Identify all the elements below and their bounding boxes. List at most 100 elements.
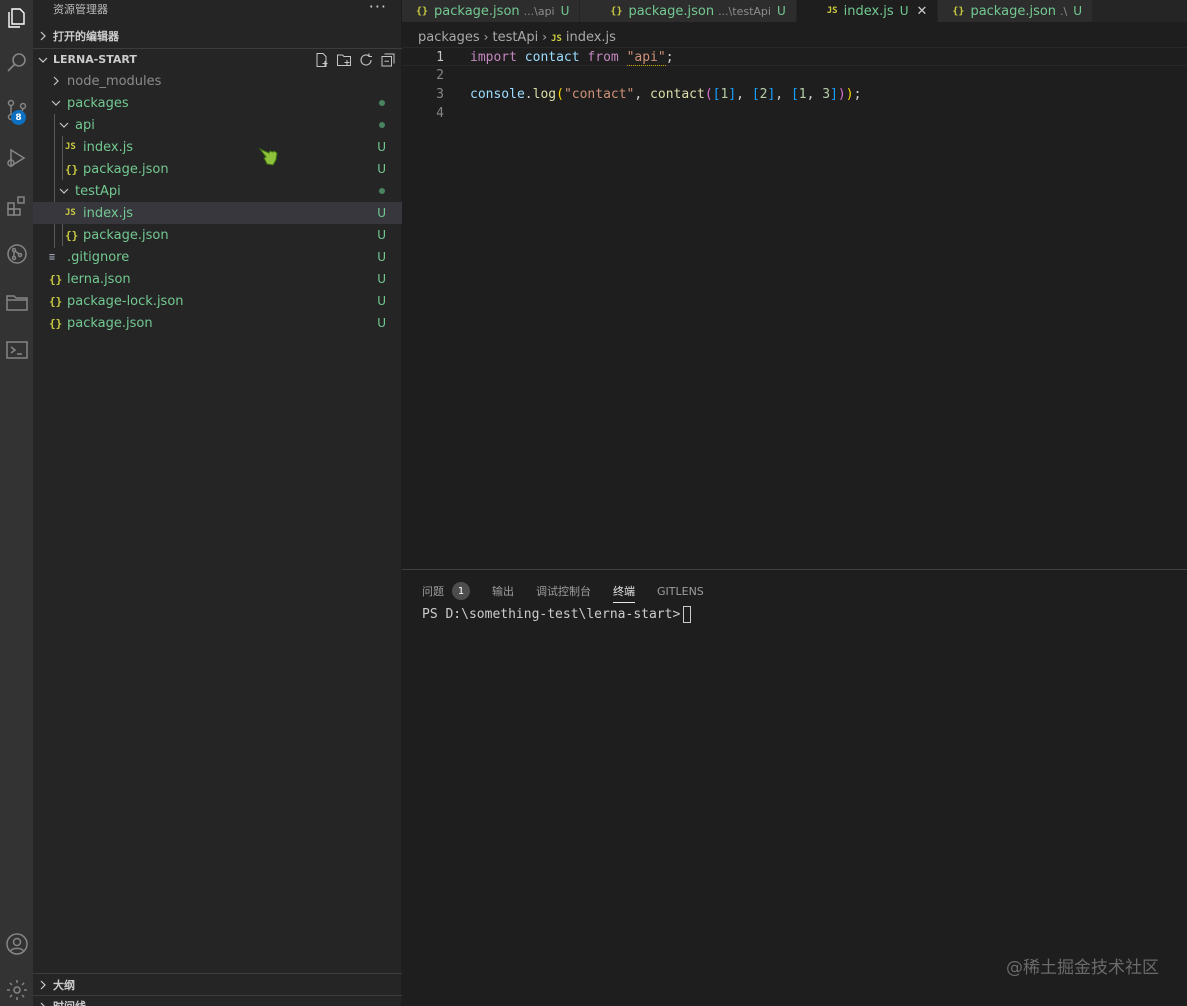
close-icon[interactable]: ✕	[916, 4, 927, 19]
tree-actions	[314, 49, 396, 71]
tab-debug-console[interactable]: 调试控制台	[536, 579, 591, 603]
git-status: U	[377, 272, 386, 286]
tab-description: ...\testApi	[718, 4, 771, 18]
chevron-right-icon	[33, 980, 53, 990]
line-number: 2	[436, 68, 444, 83]
code-line: 1 import contact from "api";	[402, 47, 1187, 66]
tree-label: package.json	[67, 315, 153, 331]
tree-file-api-package-json[interactable]: {} package.json U	[33, 158, 402, 180]
account-icon[interactable]	[0, 926, 33, 962]
tab-label: index.js	[843, 3, 894, 19]
open-editors-label: 打开的编辑器	[53, 30, 119, 43]
tree-label: api	[75, 117, 95, 133]
tree-folder-packages[interactable]: packages	[33, 92, 402, 114]
extensions-icon[interactable]	[0, 188, 33, 224]
line-number: 1	[436, 50, 444, 65]
tree-file-testapi-index-js[interactable]: JS index.js U	[33, 202, 402, 224]
terminal-prompt: PS D:\something-test\lerna-start>	[422, 607, 681, 622]
search-icon[interactable]	[0, 44, 33, 80]
tree-label: packages	[67, 95, 129, 111]
tree-file-testapi-package-json[interactable]: {} package.json U	[33, 224, 402, 246]
json-file-icon: {}	[610, 5, 623, 17]
git-status: U	[377, 140, 386, 154]
tree-folder-node-modules[interactable]: node_modules	[33, 70, 402, 92]
tab-label: GITLENS	[657, 584, 704, 598]
tree-file-package-json[interactable]: {} package.json U	[33, 312, 402, 334]
gitlens-icon[interactable]	[0, 236, 33, 272]
json-file-icon: {}	[952, 5, 965, 17]
tree-file-gitignore[interactable]: ≡ .gitignore U	[33, 246, 402, 268]
terminal-output[interactable]: PS D:\something-test\lerna-start>	[422, 606, 692, 623]
chevron-right-icon: ›	[542, 30, 548, 44]
chevron-right-icon: ›	[483, 30, 489, 44]
tab-gitlens[interactable]: GITLENS	[657, 579, 704, 603]
timeline-section[interactable]: 时间线	[33, 995, 402, 1006]
chevron-down-icon	[49, 92, 63, 114]
breadcrumb-item[interactable]: packages	[418, 30, 480, 45]
tab-api-package-json[interactable]: {} package.json ...\api U	[402, 0, 581, 22]
tree-folder-api[interactable]: api	[33, 114, 402, 136]
project-section[interactable]: LERNA-START	[33, 48, 402, 70]
explorer-icon[interactable]	[0, 0, 33, 36]
tab-label: package.json	[970, 3, 1057, 19]
tab-output[interactable]: 输出	[492, 579, 514, 603]
tree-label: index.js	[83, 205, 134, 221]
more-actions-button[interactable]: ···	[369, 0, 387, 16]
terminal-cursor	[683, 606, 692, 623]
source-control-icon[interactable]: 8	[0, 92, 33, 128]
run-debug-icon[interactable]	[0, 140, 33, 176]
breadcrumb-item[interactable]: testApi	[492, 30, 538, 45]
tab-root-package-json[interactable]: {} package.json .\ U	[938, 0, 1094, 22]
watermark: @稀土掘金技术社区	[1006, 958, 1159, 978]
tab-label: 输出	[492, 585, 514, 598]
tab-label: 调试控制台	[536, 585, 591, 598]
problems-count-badge: 1	[452, 582, 470, 600]
bottom-panel: 问题 1 输出 调试控制台 终端 GITLENS PS D:\something…	[402, 569, 1187, 1006]
tab-index-js[interactable]: JS index.js U ✕	[796, 0, 939, 22]
chevron-down-icon	[57, 114, 71, 136]
tab-terminal[interactable]: 终端	[613, 579, 635, 603]
open-editors-section[interactable]: 打开的编辑器	[33, 25, 402, 47]
json-file-icon: {}	[65, 228, 79, 242]
js-file-icon: JS	[65, 208, 76, 218]
new-file-icon[interactable]	[314, 52, 330, 68]
tab-description: ...\api	[523, 4, 555, 18]
hand-cursor-icon	[258, 147, 278, 166]
tab-testapi-package-json[interactable]: {} package.json ...\testApi U	[580, 0, 797, 22]
code-editor[interactable]: 1 import contact from "api"; 2 3 console…	[402, 47, 1187, 123]
tree-file-package-lock-json[interactable]: {} package-lock.json U	[33, 290, 402, 312]
breadcrumb-item[interactable]: JS index.js	[551, 30, 616, 45]
chevron-right-icon	[33, 31, 53, 41]
folder-icon[interactable]	[0, 284, 33, 320]
editor-area: {} package.json ...\api U {} package.jso…	[402, 0, 1187, 569]
json-file-icon: {}	[49, 294, 63, 308]
line-text: import contact from "api";	[470, 50, 674, 66]
refresh-icon[interactable]	[358, 52, 374, 68]
new-folder-icon[interactable]	[336, 52, 352, 68]
git-status: U	[377, 294, 386, 308]
json-file-icon: {}	[416, 5, 429, 17]
tree-label: .gitignore	[67, 249, 130, 265]
line-text: console.log("contact", contact([1], [2],…	[470, 87, 862, 102]
panel-tabs: 问题 1 输出 调试控制台 终端 GITLENS	[422, 579, 704, 603]
chevron-right-icon	[33, 996, 53, 1006]
tree-label: package.json	[83, 161, 169, 177]
terminal-icon[interactable]	[0, 332, 33, 368]
timeline-label: 时间线	[53, 996, 86, 1006]
collapse-all-icon[interactable]	[380, 52, 396, 68]
gitignore-file-icon: ≡	[49, 251, 56, 263]
tree-file-api-index-js[interactable]: JS index.js U	[33, 136, 402, 158]
tab-problems[interactable]: 问题 1	[422, 579, 470, 603]
settings-gear-icon[interactable]	[0, 972, 33, 1006]
tab-status: U	[560, 4, 570, 18]
js-file-icon: JS	[551, 33, 562, 44]
tree-label: package.json	[83, 227, 169, 243]
tree-folder-testapi[interactable]: testApi	[33, 180, 402, 202]
js-file-icon: JS	[65, 142, 76, 152]
outline-section[interactable]: 大纲	[33, 973, 402, 995]
tree-file-lerna-json[interactable]: {} lerna.json U	[33, 268, 402, 290]
code-line: 3 console.log("contact", contact([1], [2…	[402, 85, 1187, 104]
tab-label: package.json	[434, 3, 520, 19]
modified-dot	[379, 122, 385, 128]
tab-status: U	[899, 4, 909, 18]
